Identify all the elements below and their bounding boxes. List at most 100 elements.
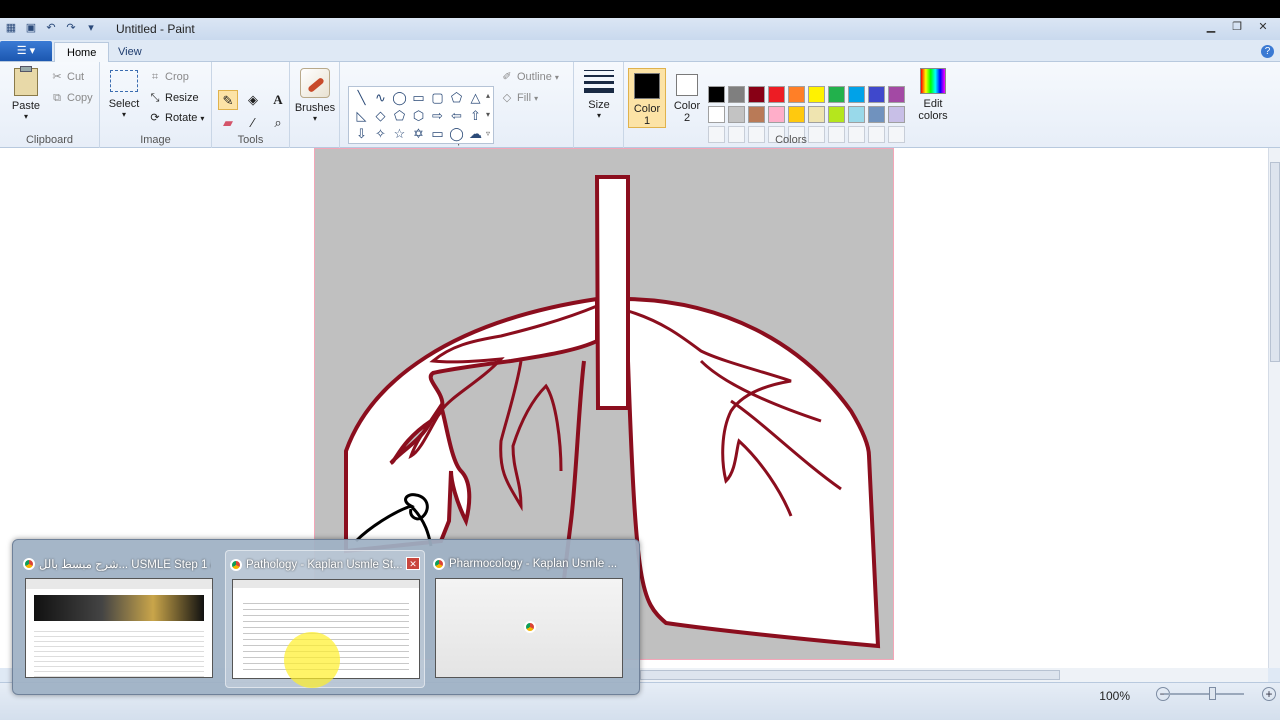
chrome-window-preview-1[interactable]: شرح مبسط بالل... USMLE Step 1 & 2 — [19, 550, 219, 688]
polygon-shape-icon[interactable]: ⬠ — [447, 89, 466, 107]
size-group: Size ▾ — [574, 62, 624, 148]
chrome-window-preview-3[interactable]: Pharmocology - Kaplan Usmle ... — [429, 550, 629, 688]
brushes-dropdown-icon: ▾ — [312, 114, 317, 123]
paint-app-icon[interactable]: ▦ — [4, 21, 18, 35]
crop-label: Crop — [165, 71, 189, 83]
copy-icon: ⧉ — [53, 92, 61, 104]
text-icon[interactable]: A — [268, 90, 288, 110]
rounded-rectangle-shape-icon[interactable]: ▢ — [428, 89, 447, 107]
undo-icon[interactable]: ↶ — [44, 21, 58, 35]
right-arrow-shape-icon[interactable]: ⇨ — [428, 107, 447, 125]
file-menu-button[interactable]: ☰ ▾ — [0, 41, 52, 61]
right-triangle-shape-icon[interactable]: ◺ — [352, 107, 371, 125]
size-dropdown-icon: ▾ — [596, 111, 601, 120]
rectangle-shape-icon[interactable]: ▭ — [409, 89, 428, 107]
select-dropdown-icon: ▾ — [121, 110, 126, 119]
rotate-icon: ⟳ — [150, 112, 160, 124]
quick-access-toolbar: ▦ ▣ ↶ ↷ ▾ — [4, 21, 98, 35]
brushes-button[interactable]: Brushes ▾ — [294, 68, 336, 123]
zoom-slider[interactable] — [1164, 693, 1244, 695]
outline-label: Outline — [517, 71, 552, 83]
pencil-icon[interactable]: ✎ — [218, 90, 238, 110]
close-button[interactable]: ✕ — [1252, 20, 1274, 36]
brushes-label: Brushes — [294, 102, 336, 114]
edit-colors-button[interactable]: Edit colors — [914, 68, 952, 122]
zoom-slider-knob[interactable] — [1209, 687, 1216, 700]
hexagon-shape-icon[interactable]: ⬡ — [409, 107, 428, 125]
rectangular-callout-shape-icon[interactable]: ▭ — [428, 125, 447, 143]
color-picker-icon[interactable]: ⁄ — [243, 113, 263, 133]
line-width-icon — [584, 70, 614, 93]
image-group: Select ▾ ⌗ Crop ⤡ Resize ⟳ Rotate ▾ Imag… — [100, 62, 212, 148]
horizontal-scrollbar[interactable] — [640, 668, 1268, 682]
clipboard-group: Paste ▾ ✂ Cut ⧉ Copy Clipboard — [0, 62, 100, 148]
six-point-star-shape-icon[interactable]: ✡ — [409, 125, 428, 143]
tab-view[interactable]: View — [106, 42, 154, 63]
ribbon-tabs: ☰ ▾ Home View ? — [0, 40, 1280, 63]
scissors-icon: ✂ — [52, 71, 62, 83]
rotate-button[interactable]: ⟳ Rotate ▾ — [148, 111, 204, 125]
save-icon[interactable]: ▣ — [24, 21, 38, 35]
shapes-scroll[interactable]: ▴ ▾ ▿ — [482, 86, 494, 144]
copy-label: Copy — [67, 92, 93, 104]
colors-group-label: Colors — [775, 134, 807, 146]
select-button[interactable]: Select ▾ — [106, 70, 142, 119]
ribbon: Paste ▾ ✂ Cut ⧉ Copy Clipboard Select ▾ … — [0, 62, 1280, 148]
redo-icon[interactable]: ↷ — [64, 21, 78, 35]
maximize-button[interactable]: ❐ — [1226, 20, 1248, 36]
preview-1-title: شرح مبسط بالل... USMLE Step 1 & 2 — [23, 556, 211, 572]
zoom-in-button[interactable]: + — [1262, 687, 1276, 701]
brush-icon — [300, 68, 330, 98]
minimize-button[interactable]: ▁ — [1200, 20, 1222, 36]
zoom-level: 100% — [1099, 689, 1130, 703]
left-arrow-shape-icon[interactable]: ⇦ — [447, 107, 466, 125]
copy-button[interactable]: ⧉ Copy — [50, 91, 93, 105]
window-title: Untitled - Paint — [116, 22, 195, 36]
four-point-star-shape-icon[interactable]: ✧ — [371, 125, 390, 143]
paste-button[interactable]: Paste ▾ — [6, 66, 46, 121]
curve-shape-icon[interactable]: ∿ — [371, 89, 390, 107]
rotate-label: Rotate — [165, 112, 198, 124]
cut-label: Cut — [67, 71, 85, 83]
down-arrow-shape-icon[interactable]: ⇩ — [352, 125, 371, 143]
line-shape-icon[interactable]: ╲ — [352, 89, 371, 107]
oval-callout-shape-icon[interactable]: ◯ — [447, 125, 466, 143]
close-preview-2-button[interactable]: ✕ — [406, 557, 420, 570]
title-bar: ▦ ▣ ↶ ↷ ▾ Untitled - Paint ▁ ❐ ✕ — [0, 18, 1280, 40]
cursor-highlight — [284, 632, 340, 688]
vertical-scrollbar[interactable] — [1268, 148, 1280, 668]
image-group-label: Image — [140, 134, 171, 146]
outline-button[interactable]: ✐ Outline ▾ — [500, 70, 558, 84]
tab-home[interactable]: Home — [54, 42, 110, 63]
diamond-shape-icon[interactable]: ◇ — [371, 107, 390, 125]
preview-3-title-text: Pharmocology - Kaplan Usmle ... — [449, 558, 618, 570]
pentagon-shape-icon[interactable]: ⬠ — [390, 107, 409, 125]
resize-button[interactable]: ⤡ Resize — [148, 91, 199, 105]
fill-button[interactable]: ◇ Fill ▾ — [500, 91, 538, 105]
cut-button[interactable]: ✂ Cut — [50, 70, 84, 84]
size-button[interactable]: Size ▾ — [582, 68, 616, 120]
chrome-loading-icon — [524, 621, 536, 633]
eraser-icon[interactable]: ▰ — [218, 113, 238, 133]
chrome-icon — [23, 558, 35, 570]
select-label: Select — [108, 98, 140, 110]
magnifier-icon[interactable]: ⌕ — [268, 113, 288, 133]
colors-group: Colors — [624, 62, 958, 148]
window-controls: ▁ ❐ ✕ — [1200, 20, 1274, 36]
preview-3-title: Pharmocology - Kaplan Usmle ... — [433, 556, 621, 572]
customize-dropdown-icon[interactable]: ▾ — [84, 21, 98, 35]
size-label: Size — [588, 99, 610, 111]
paste-label: Paste — [11, 100, 41, 112]
preview-2-title: Pathology - Kaplan Usmle St... — [230, 557, 418, 573]
chrome-icon — [433, 558, 445, 570]
crop-button[interactable]: ⌗ Crop — [148, 70, 189, 84]
edit-colors-label-line1: Edit — [923, 98, 943, 110]
oval-shape-icon[interactable]: ◯ — [390, 89, 409, 107]
vertical-scrollbar-thumb[interactable] — [1270, 162, 1280, 362]
fill-label: Fill — [517, 92, 532, 104]
horizontal-scrollbar-thumb[interactable] — [640, 670, 1060, 680]
five-point-star-shape-icon[interactable]: ☆ — [390, 125, 409, 143]
help-icon[interactable]: ? — [1261, 45, 1274, 58]
preview-3-image — [435, 578, 623, 678]
fill-bucket-icon[interactable]: ◈ — [243, 90, 263, 110]
